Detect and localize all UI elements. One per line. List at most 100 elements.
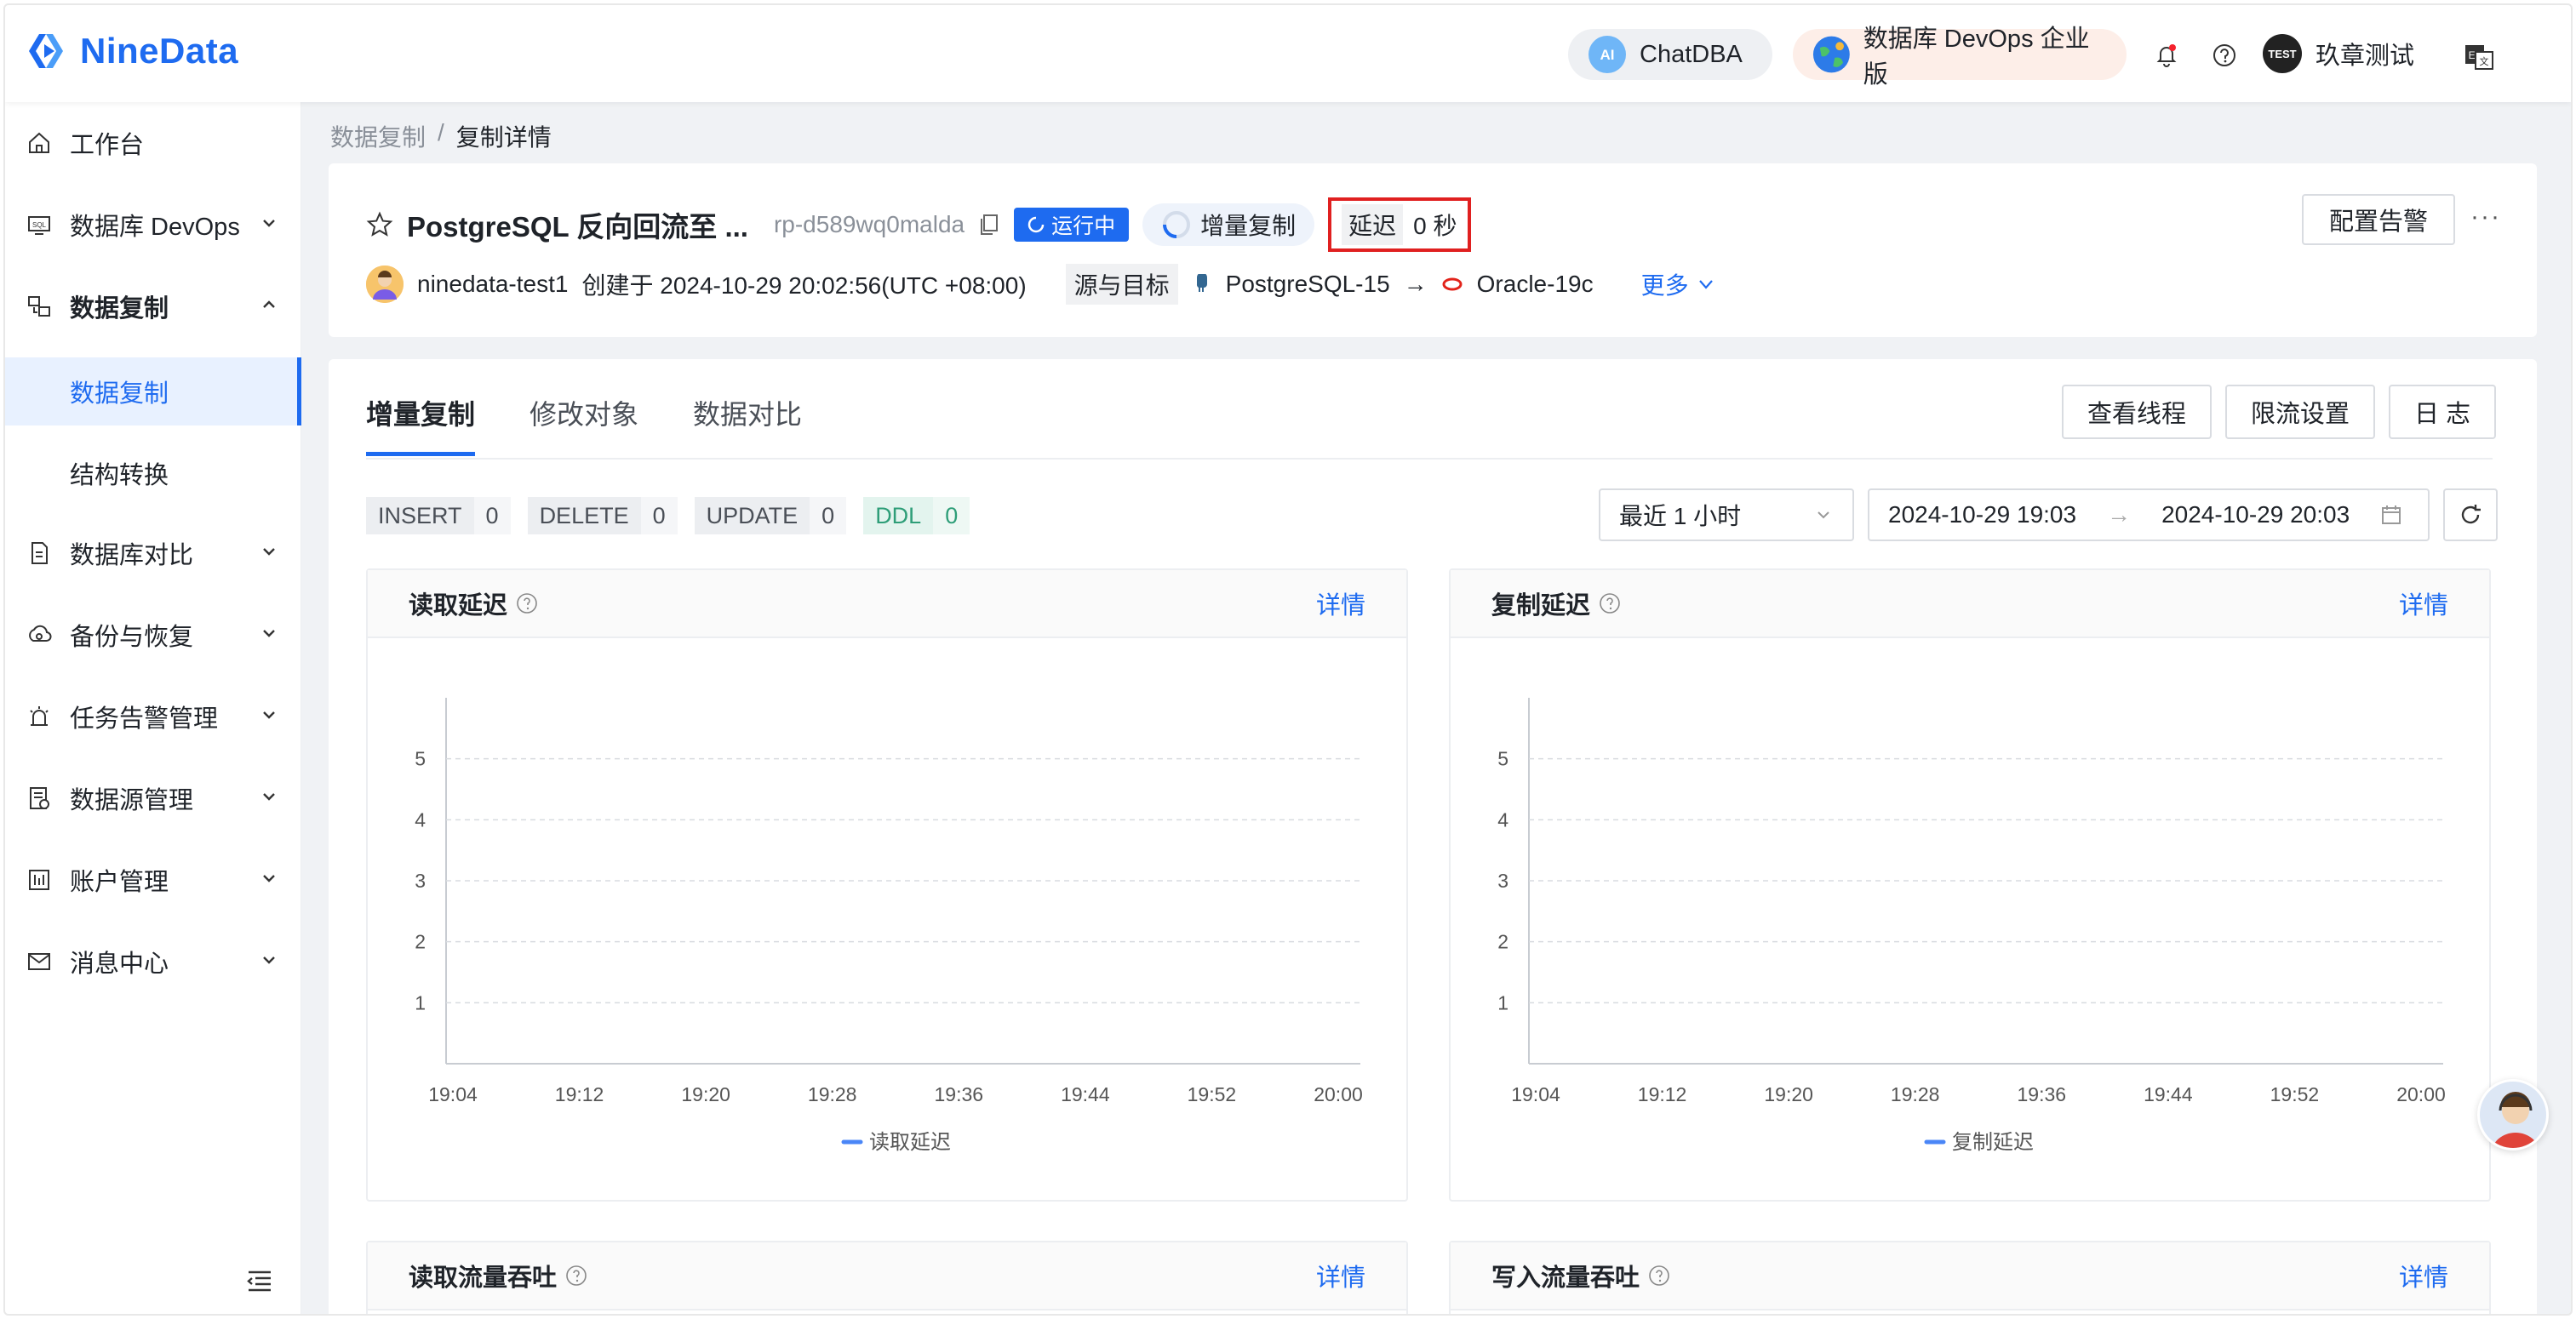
more-actions-icon[interactable]: ··· [2470, 203, 2501, 231]
compare-icon [24, 538, 54, 568]
throttle-settings-button[interactable]: 限流设置 [2225, 385, 2375, 439]
tab-incremental[interactable]: 增量复制 [366, 393, 476, 456]
globe-icon [1812, 36, 1850, 73]
stat-ddl: DDL 0 [863, 497, 970, 534]
breadcrumb-current: 复制详情 [455, 124, 552, 151]
breadcrumb: 数据复制 / 复制详情 [330, 119, 552, 153]
view-threads-button[interactable]: 查看线程 [2062, 385, 2212, 439]
sidebar-collapse-icon[interactable] [245, 1268, 274, 1298]
home-icon [24, 128, 54, 158]
sidebar-item-replication[interactable]: 数据复制 [5, 267, 301, 345]
date-range-picker[interactable]: 2024-10-29 19:03 → 2024-10-29 20:03 [1868, 488, 2430, 541]
date-start[interactable]: 2024-10-29 19:03 [1888, 501, 2076, 528]
chatdba-button[interactable]: AI ChatDBA [1568, 29, 1772, 80]
log-button[interactable]: 日 志 [2389, 385, 2496, 439]
more-link[interactable]: 更多 [1641, 267, 1716, 301]
devops-edition-button[interactable]: 数据库 DevOps 企业版 [1793, 26, 2127, 89]
delay-label: 延迟 [1342, 204, 1404, 245]
help-icon[interactable] [1599, 592, 1621, 614]
sidebar-item-messages[interactable]: 消息中心 [5, 922, 301, 1001]
x-tick-label: 19:20 [1764, 1083, 1813, 1105]
x-tick-label: 20:00 [2396, 1083, 2446, 1105]
x-tick-label: 19:12 [555, 1083, 604, 1105]
devops-icon: SQL [24, 209, 54, 240]
breadcrumb-parent[interactable]: 数据复制 [330, 119, 426, 153]
panel-title-text: 复制延迟 [1491, 592, 1591, 620]
sidebar-item-account[interactable]: 账户管理 [5, 841, 301, 919]
panel-title: 写入流量吞吐 [1491, 1258, 1670, 1293]
task-header-card: PostgreSQL 反向回流至 ... rp-d589wq0malda 运行中… [329, 163, 2537, 337]
dml-stats: INSERT 0 DELETE 0 UPDATE 0 DDL 0 [366, 497, 970, 534]
panel-detail-link[interactable]: 详情 [2399, 585, 2448, 621]
configure-alert-button[interactable]: 配置告警 [2301, 194, 2455, 245]
mail-icon [24, 946, 54, 977]
sidebar-item-label: 数据库 DevOps [70, 214, 240, 241]
date-end[interactable]: 2024-10-29 20:03 [2161, 501, 2350, 528]
refresh-button[interactable] [2443, 488, 2498, 541]
help-icon[interactable] [1648, 1265, 1670, 1287]
panel-detail-link[interactable]: 详情 [1316, 1258, 1365, 1293]
sidebar-item-devops[interactable]: SQL 数据库 DevOps [5, 186, 301, 264]
sidebar-item-workbench[interactable]: 工作台 [5, 104, 301, 182]
replication-latency-panel: 复制延迟 详情 1 2 3 4 5 19:04 19:12 19:20 19:28 19:36 19… [1449, 568, 2491, 1202]
y-tick-label: 1 [1497, 991, 1508, 1014]
star-icon[interactable] [366, 211, 393, 238]
svg-text:AI: AI [1600, 47, 1615, 63]
panel-header: 写入流量吞吐 详情 [1451, 1242, 2489, 1310]
sidebar-subitem-label: 结构转换 [70, 462, 169, 489]
task-title: PostgreSQL 反向回流至 ... [407, 211, 748, 243]
sidebar-item-backup[interactable]: 备份与恢复 [5, 596, 301, 674]
user-menu[interactable]: TEST 玖章测试 [2263, 34, 2414, 73]
sidebar-item-alarms[interactable]: 任务告警管理 [5, 677, 301, 756]
sidebar-item-label: 任务告警管理 [70, 705, 219, 733]
chevron-down-icon [263, 793, 275, 801]
replication-mode-text: 增量复制 [1200, 213, 1297, 239]
language-switch-icon[interactable]: En 文 [2462, 39, 2496, 73]
help-icon[interactable] [2212, 43, 2237, 68]
time-range-select[interactable]: 最近 1 小时 [1599, 488, 1854, 541]
sidebar-item-db-compare[interactable]: 数据库对比 [5, 514, 301, 592]
sidebar-item-label: 账户管理 [70, 869, 169, 896]
x-tick-label: 20:00 [1314, 1083, 1363, 1105]
devops-edition-label: 数据库 DevOps 企业版 [1863, 26, 2090, 89]
x-tick-label: 19:52 [2270, 1083, 2320, 1105]
svg-text:文: 文 [2480, 55, 2489, 67]
date-range-arrow: → [2107, 501, 2132, 528]
bell-icon[interactable] [2154, 43, 2179, 68]
replication-latency-chart: 1 2 3 4 5 19:04 19:12 19:20 19:28 19:36 19:44 19:52… [1497, 698, 2446, 1154]
support-assistant-avatar[interactable] [2477, 1079, 2549, 1151]
top-bar: NineData AI ChatDBA 数据库 DevOps 企业版 TEST … [5, 5, 2571, 102]
task-meta-row: ninedata-test1 创建于 2024-10-29 20:02:56(U… [366, 264, 1716, 305]
svg-text:SQL: SQL [32, 221, 47, 229]
panel-header: 复制延迟 详情 [1451, 570, 2489, 638]
copy-icon[interactable] [978, 213, 1000, 237]
ninedata-logo-icon [29, 34, 63, 68]
time-range-value: 最近 1 小时 [1619, 503, 1742, 529]
sidebar-subitem-schema-conversion[interactable]: 结构转换 [5, 439, 301, 507]
panel-detail-link[interactable]: 详情 [2399, 1258, 2448, 1293]
stat-key: DDL [863, 497, 934, 534]
creator-avatar [366, 266, 404, 303]
tab-data-compare[interactable]: 数据对比 [693, 393, 802, 456]
logo[interactable]: NineData [27, 29, 238, 73]
datasource-icon [24, 783, 54, 814]
sidebar-item-label: 工作台 [70, 132, 145, 159]
creator-name: ninedata-test1 [417, 271, 569, 297]
sidebar-item-label: 数据源管理 [70, 787, 194, 814]
replication-icon [24, 291, 54, 322]
read-throughput-panel: 读取流量吞吐 详情 [366, 1241, 1408, 1314]
chevron-down-icon [263, 630, 275, 637]
stat-key: UPDATE [694, 497, 810, 534]
tab-modify-objects[interactable]: 修改对象 [530, 393, 638, 456]
chevron-down-icon [263, 220, 275, 227]
sidebar-subitem-replication[interactable]: 数据复制 [5, 357, 301, 425]
sidebar-item-datasource[interactable]: 数据源管理 [5, 759, 301, 837]
panel-detail-link[interactable]: 详情 [1316, 585, 1365, 621]
created-time: 创建于 2024-10-29 20:02:56(UTC +08:00) [581, 272, 1027, 299]
y-tick-label: 4 [415, 808, 426, 831]
help-icon[interactable] [516, 592, 538, 614]
replication-mode-badge: 增量复制 [1142, 203, 1315, 246]
help-icon[interactable] [565, 1265, 587, 1287]
x-tick-label: 19:36 [2018, 1083, 2067, 1105]
x-tick-label: 19:04 [1511, 1083, 1560, 1105]
